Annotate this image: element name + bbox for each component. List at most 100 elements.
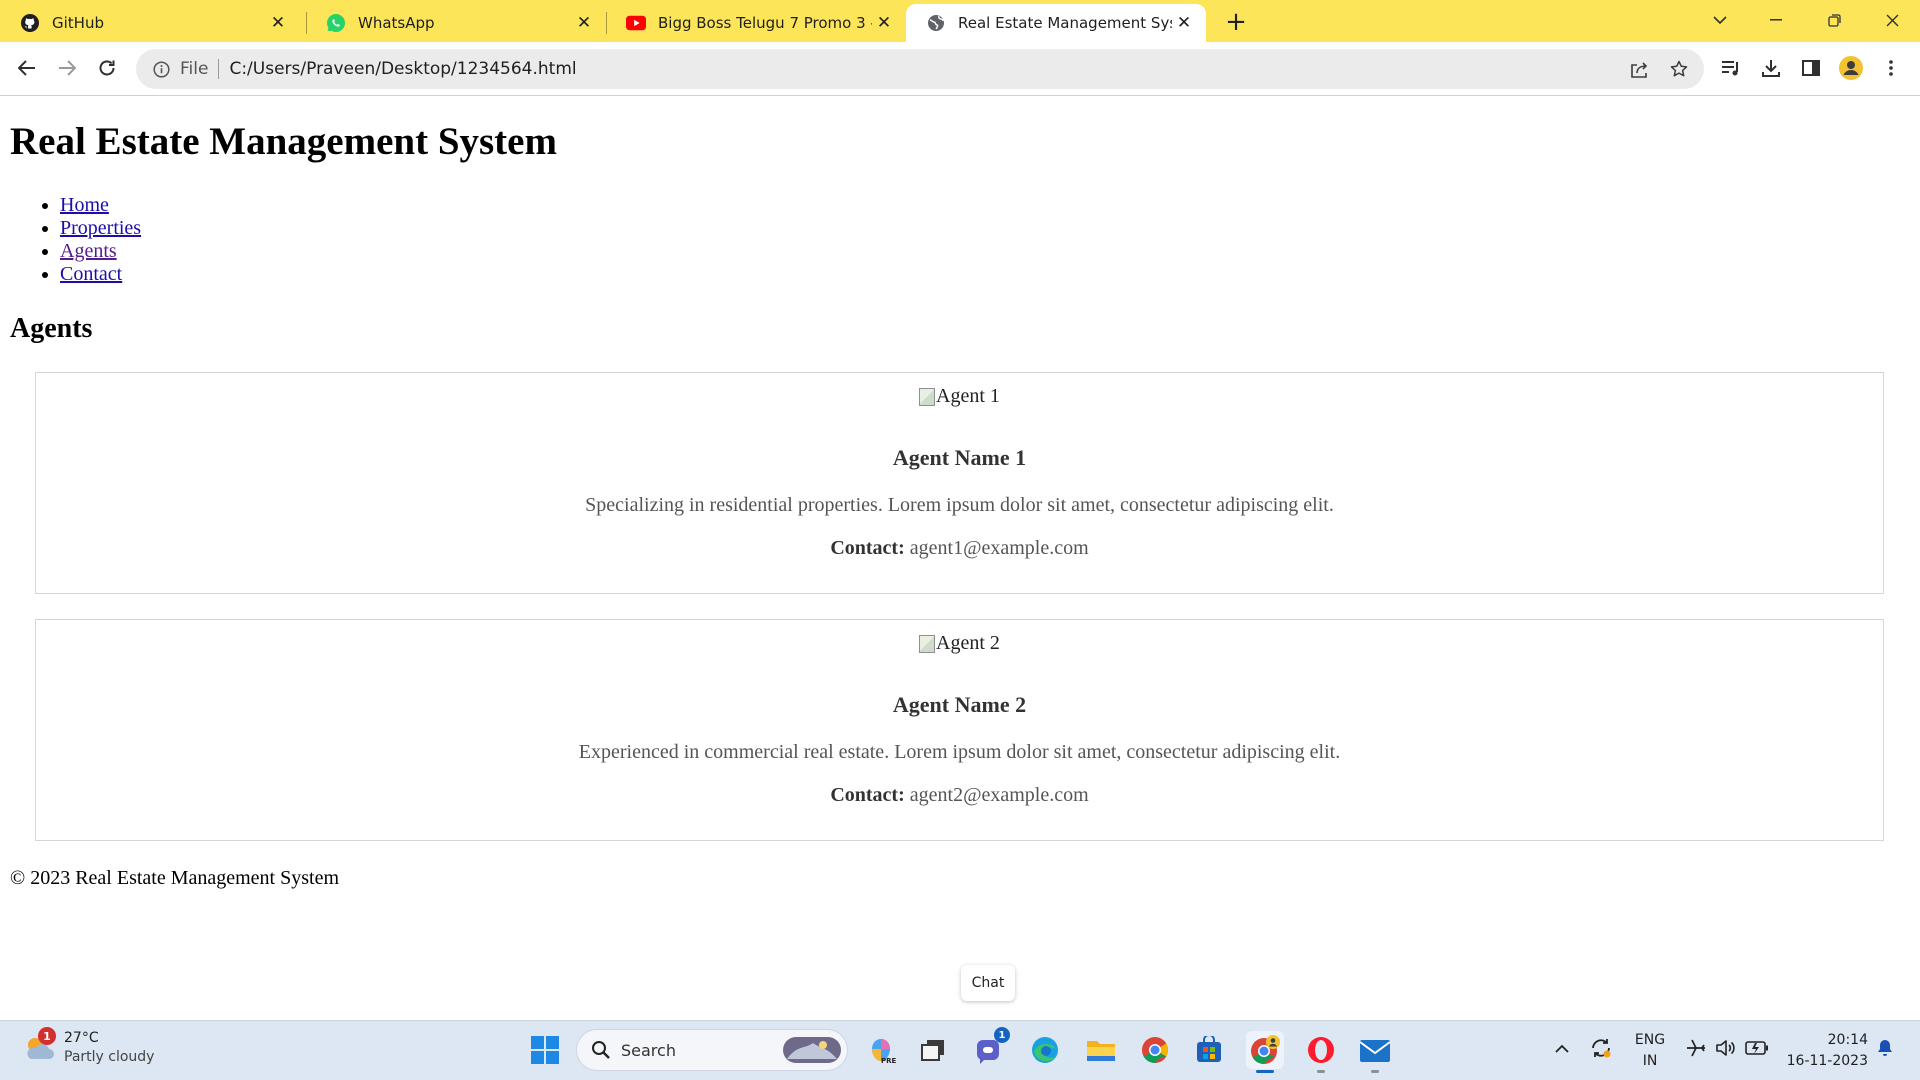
restore-button[interactable] (1806, 0, 1862, 40)
taskbar: 1 27°C Partly cloudy Search PRE 1 ENG IN… (0, 1020, 1920, 1080)
clock-date: 16-11-2023 (1786, 1053, 1868, 1069)
agent-description: Experienced in commercial real estate. L… (578, 741, 1341, 763)
close-window-button[interactable] (1864, 0, 1920, 40)
tab-github[interactable]: GitHub ✕ (0, 4, 300, 42)
chat-badge: 1 (994, 1027, 1010, 1043)
scheme-label: File (180, 59, 209, 79)
new-tab-button[interactable]: + (1222, 7, 1250, 37)
nav-item-contact: Contact (60, 263, 141, 286)
microsoft-store-icon[interactable] (1190, 1031, 1228, 1069)
globe-icon (926, 13, 946, 33)
nav-item-agents: Agents (60, 240, 141, 263)
agent-image-alt: Agent 1 (936, 385, 1000, 407)
broken-image-icon (919, 387, 936, 406)
battery-icon[interactable] (1744, 1029, 1770, 1067)
agent-contact: Contact: agent2@example.com (36, 784, 1883, 807)
site-nav: Home Properties Agents Contact (20, 194, 141, 286)
copilot-icon[interactable]: PRE (862, 1031, 900, 1069)
language-code: ENG (1634, 1032, 1666, 1048)
agent-card: Agent 1 Agent Name 1 Specializing in res… (35, 372, 1884, 594)
tab-title: GitHub (52, 14, 104, 32)
agent-contact: Contact: agent1@example.com (36, 537, 1883, 560)
region-code: IN (1642, 1053, 1658, 1069)
youtube-icon (626, 13, 646, 33)
close-icon[interactable]: ✕ (572, 11, 596, 35)
active-app-indicator (1256, 1070, 1274, 1073)
tab-title: Real Estate Management System (958, 14, 1172, 32)
notification-bell-icon[interactable] (1872, 1029, 1898, 1067)
agent-image: Agent 2 (36, 632, 1883, 655)
share-icon[interactable] (1624, 54, 1654, 84)
agent-name: Agent Name 2 (892, 692, 1027, 717)
tab-youtube[interactable]: Bigg Boss Telugu 7 Promo 3 - Da ✕ (606, 4, 906, 42)
back-button[interactable] (12, 53, 42, 83)
info-icon[interactable] (150, 58, 172, 80)
search-label: Search (621, 1040, 676, 1060)
tab-title: WhatsApp (358, 14, 435, 32)
web-page: Real Estate Management System Home Prope… (0, 97, 1920, 1020)
agent-image: Agent 1 (36, 385, 1883, 408)
chrome-icon[interactable] (1136, 1031, 1174, 1069)
minimize-button[interactable] (1748, 0, 1804, 40)
running-app-indicator (1371, 1070, 1379, 1073)
weather-condition: Partly cloudy (64, 1049, 155, 1065)
nav-link-home[interactable]: Home (60, 194, 109, 216)
omnibox-divider (218, 59, 220, 79)
tab-title: Bigg Boss Telugu 7 Promo 3 - Da (658, 14, 872, 32)
volume-icon[interactable] (1714, 1029, 1738, 1067)
whatsapp-icon (326, 13, 346, 33)
opera-icon[interactable] (1302, 1031, 1340, 1073)
show-hidden-icons-chevron-icon[interactable] (1554, 1029, 1570, 1067)
tab-real-estate[interactable]: Real Estate Management System ✕ (906, 4, 1206, 42)
chat-tooltip: Chat (961, 965, 1015, 1001)
sync-icon[interactable] (1588, 1029, 1614, 1067)
close-icon[interactable]: ✕ (266, 11, 290, 35)
section-title: Agents (10, 313, 93, 344)
agent-description: Specializing in residential properties. … (585, 494, 1334, 516)
mail-icon[interactable] (1356, 1031, 1394, 1073)
tab-whatsapp[interactable]: WhatsApp ✕ (306, 4, 606, 42)
nav-link-properties[interactable]: Properties (60, 217, 141, 239)
agent-card: Agent 2 Agent Name 2 Experienced in comm… (35, 619, 1884, 841)
teams-chat-icon[interactable]: 1 (970, 1027, 1010, 1069)
bookmark-star-icon[interactable] (1664, 54, 1694, 84)
partly-cloudy-icon: 1 (22, 1027, 56, 1065)
browser-toolbar: File C:/Users/Praveen/Desktop/1234564.ht… (0, 42, 1920, 96)
url-text[interactable]: C:/Users/Praveen/Desktop/1234564.html (229, 59, 576, 79)
download-icon[interactable] (1756, 53, 1786, 83)
taskbar-search[interactable]: Search (576, 1029, 848, 1071)
github-icon (20, 13, 40, 33)
contact-email: agent1@example.com (909, 537, 1089, 559)
side-panel-icon[interactable] (1796, 53, 1826, 83)
task-view-icon[interactable] (914, 1031, 952, 1069)
nav-link-contact[interactable]: Contact (60, 263, 122, 285)
profile-avatar-icon[interactable] (1836, 53, 1866, 83)
start-button[interactable] (526, 1031, 564, 1069)
nav-item-properties: Properties (60, 217, 141, 240)
tab-search-chevron-icon[interactable] (1692, 0, 1748, 40)
nav-item-home: Home (60, 194, 141, 217)
edge-icon[interactable] (1026, 1031, 1064, 1069)
contact-label: Contact: (830, 784, 905, 806)
close-icon[interactable]: ✕ (1172, 11, 1196, 35)
file-explorer-icon[interactable] (1082, 1031, 1120, 1069)
weather-badge: 1 (38, 1027, 56, 1045)
media-control-icon[interactable] (1716, 53, 1746, 83)
menu-kebab-icon[interactable] (1876, 53, 1906, 83)
agent-image-alt: Agent 2 (936, 632, 1000, 654)
site-title: Real Estate Management System (10, 120, 557, 163)
input-language-indicator[interactable]: ENG IN (1630, 1030, 1670, 1072)
nav-link-agents[interactable]: Agents (60, 240, 117, 262)
weather-widget[interactable]: 1 27°C Partly cloudy (22, 1027, 155, 1067)
address-bar[interactable]: File C:/Users/Praveen/Desktop/1234564.ht… (136, 49, 1704, 89)
airplane-mode-icon[interactable] (1684, 1029, 1708, 1067)
clock[interactable]: 20:14 16-11-2023 (1784, 1030, 1868, 1072)
contact-label: Contact: (830, 537, 905, 559)
svg-text:PRE: PRE (881, 1057, 896, 1065)
chrome-profile-icon[interactable] (1246, 1031, 1284, 1073)
running-app-indicator (1317, 1070, 1325, 1073)
search-highlight-icon (783, 1035, 841, 1065)
close-icon[interactable]: ✕ (872, 11, 896, 35)
reload-button[interactable] (92, 53, 122, 83)
forward-button[interactable] (52, 53, 82, 83)
